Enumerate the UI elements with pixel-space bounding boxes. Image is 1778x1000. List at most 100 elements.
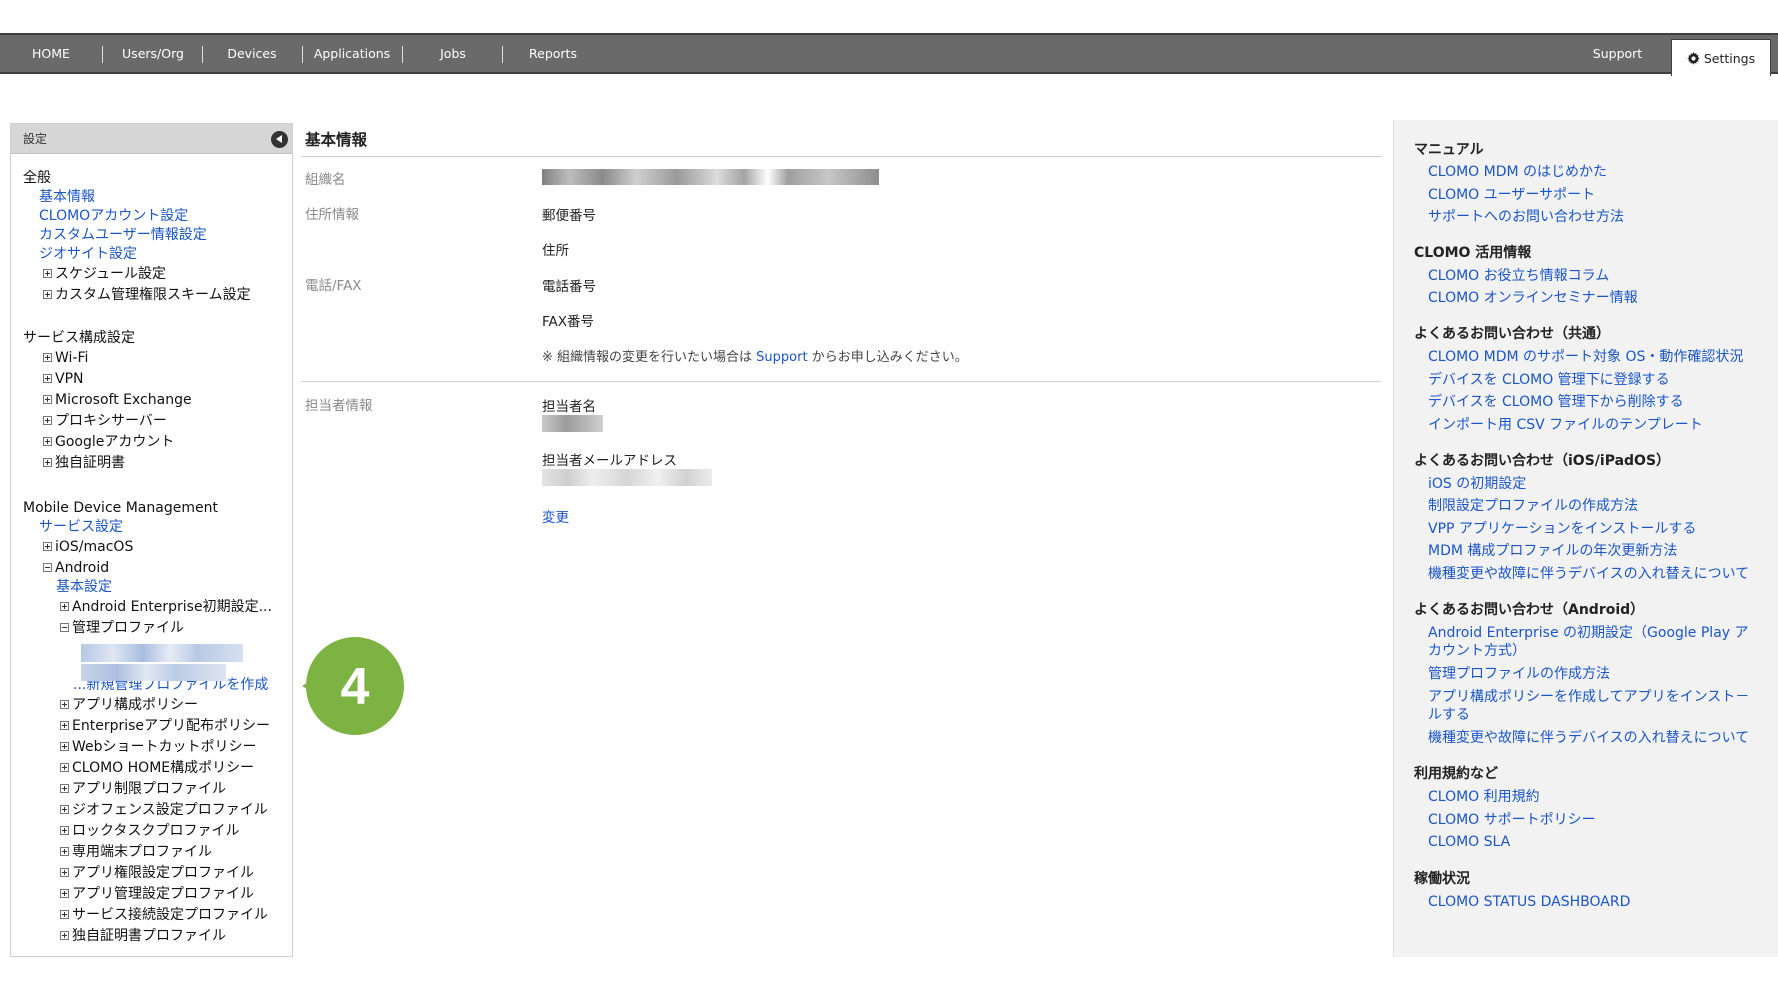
help-link[interactable]: CLOMO ユーザーサポート (1428, 186, 1595, 204)
nav-applications[interactable]: Applications (308, 35, 396, 72)
tree-item-lock-task-profile[interactable]: ロックタスクプロファイル (60, 821, 239, 841)
expand-icon[interactable] (43, 374, 52, 383)
expand-icon[interactable] (60, 805, 69, 814)
redacted-profile-entry[interactable] (81, 664, 226, 681)
help-link[interactable]: アプリ構成ポリシーを作成してアプリをインスト－ (1428, 688, 1749, 706)
tree-item-android[interactable]: Android (43, 558, 109, 578)
contact-info-label: 担当者情報 (305, 398, 373, 414)
nav-devices[interactable]: Devices (208, 35, 296, 72)
tree-link-clomo-account[interactable]: CLOMOアカウント設定 (39, 206, 188, 226)
help-link[interactable]: CLOMO MDM のはじめかた (1428, 163, 1607, 181)
expand-icon[interactable] (60, 742, 69, 751)
tree-item-service-connection-profile[interactable]: サービス接続設定プロファイル (60, 905, 268, 925)
tree-item-custom-admin-scheme[interactable]: カスタム管理権限スキーム設定 (43, 285, 251, 305)
help-link[interactable]: ルする (1428, 706, 1470, 724)
tree-item-proxy[interactable]: プロキシサーバー (43, 411, 167, 431)
tree-item-exchange[interactable]: Microsoft Exchange (43, 390, 192, 410)
tree-item-label: 管理プロファイル (72, 620, 184, 636)
tree-link-service-settings[interactable]: サービス設定 (39, 517, 123, 537)
help-link[interactable]: Android Enterprise の初期設定（Google Play ア (1428, 624, 1749, 642)
tree-item-app-permission-profile[interactable]: アプリ権限設定プロファイル (60, 863, 254, 883)
help-link[interactable]: 制限設定プロファイルの作成方法 (1428, 497, 1638, 515)
help-link[interactable]: iOS の初期設定 (1428, 475, 1526, 493)
help-link[interactable]: 管理プロファイルの作成方法 (1428, 665, 1610, 683)
help-link[interactable]: CLOMO サポートポリシー (1428, 811, 1596, 829)
redacted-profile-entry[interactable] (81, 644, 243, 662)
expand-icon[interactable] (60, 602, 69, 611)
tree-link-basic-info[interactable]: 基本情報 (39, 187, 95, 207)
nav-settings-tab[interactable]: Settings (1671, 39, 1771, 76)
expand-icon[interactable] (60, 889, 69, 898)
expand-icon[interactable] (43, 416, 52, 425)
expand-icon[interactable] (43, 353, 52, 362)
tree-item-ios-macos[interactable]: iOS/macOS (43, 537, 133, 557)
tree-item-dedicated-device-profile[interactable]: 専用端末プロファイル (60, 842, 212, 862)
tree-item-certificate-profile[interactable]: 独自証明書プロファイル (60, 926, 226, 946)
expand-icon[interactable] (60, 868, 69, 877)
expand-icon[interactable] (43, 290, 52, 299)
help-link[interactable]: CLOMO 利用規約 (1428, 788, 1540, 806)
help-link[interactable]: MDM 構成プロファイルの年次更新方法 (1428, 542, 1677, 560)
expand-icon[interactable] (60, 721, 69, 730)
tree-item-vpn[interactable]: VPN (43, 369, 84, 389)
expand-icon[interactable] (60, 763, 69, 772)
tree-item-wifi[interactable]: Wi-Fi (43, 348, 88, 368)
nav-jobs[interactable]: Jobs (408, 35, 498, 72)
support-link[interactable]: Support (756, 350, 807, 365)
collapse-icon[interactable] (43, 563, 52, 572)
tree-item-geofence-profile[interactable]: ジオフェンス設定プロファイル (60, 800, 268, 820)
tree-item-label: 独自証明書 (55, 455, 125, 471)
gear-icon (1687, 52, 1700, 65)
expand-icon[interactable] (60, 910, 69, 919)
tree-item-app-restriction-profile[interactable]: アプリ制限プロファイル (60, 779, 226, 799)
title-divider (301, 156, 1381, 157)
tree-item-web-shortcut-policy[interactable]: Webショートカットポリシー (60, 737, 257, 757)
settings-label: Settings (1703, 51, 1756, 66)
nav-reports[interactable]: Reports (508, 35, 598, 72)
expand-icon[interactable] (43, 269, 52, 278)
tree-item-label: アプリ構成ポリシー (72, 697, 198, 713)
expand-icon[interactable] (43, 395, 52, 404)
help-link[interactable]: インポート用 CSV ファイルのテンプレート (1428, 416, 1703, 434)
tree-item-app-management-profile[interactable]: アプリ管理設定プロファイル (60, 884, 254, 904)
help-link[interactable]: カウント方式） (1428, 642, 1526, 660)
expand-icon[interactable] (43, 437, 52, 446)
tree-item-certificate[interactable]: 独自証明書 (43, 453, 125, 473)
collapse-icon[interactable] (60, 623, 69, 632)
expand-icon[interactable] (60, 784, 69, 793)
help-link[interactable]: 機種変更や故障に伴うデバイスの入れ替えについて (1428, 565, 1749, 583)
nav-users-org[interactable]: Users/Org (108, 35, 198, 72)
expand-icon[interactable] (60, 826, 69, 835)
expand-icon[interactable] (60, 700, 69, 709)
help-link[interactable]: サポートへのお問い合わせ方法 (1428, 208, 1624, 226)
tree-item-app-config-policy[interactable]: アプリ構成ポリシー (60, 695, 198, 715)
expand-icon[interactable] (60, 847, 69, 856)
help-link[interactable]: CLOMO MDM のサポート対象 OS・動作確認状況 (1428, 348, 1743, 366)
help-link[interactable]: VPP アプリケーションをインストールする (1428, 520, 1696, 538)
tree-item-android-enterprise[interactable]: Android Enterprise初期設定... (60, 597, 272, 617)
help-link[interactable]: CLOMO お役立ち情報コラム (1428, 267, 1609, 285)
tree-item-clomo-home-policy[interactable]: CLOMO HOME構成ポリシー (60, 758, 254, 778)
expand-icon[interactable] (43, 458, 52, 467)
page-title: 基本情報 (305, 131, 368, 149)
help-link[interactable]: デバイスを CLOMO 管理下に登録する (1428, 371, 1670, 389)
change-link[interactable]: 変更 (542, 506, 569, 526)
expand-icon[interactable] (60, 931, 69, 940)
expand-icon[interactable] (43, 542, 52, 551)
help-link[interactable]: CLOMO オンラインセミナー情報 (1428, 289, 1638, 307)
collapse-sidebar-button[interactable] (271, 131, 288, 148)
tree-item-google-account[interactable]: Googleアカウント (43, 432, 174, 452)
tree-item-enterprise-app-policy[interactable]: Enterpriseアプリ配布ポリシー (60, 716, 270, 736)
tree-item-managed-profile[interactable]: 管理プロファイル (60, 618, 184, 638)
contact-email-label: 担当者メールアドレス (542, 453, 677, 469)
tree-link-geosite[interactable]: ジオサイト設定 (39, 244, 137, 264)
help-link[interactable]: デバイスを CLOMO 管理下から削除する (1428, 393, 1684, 411)
tree-item-schedule[interactable]: スケジュール設定 (43, 264, 166, 284)
nav-home[interactable]: HOME (18, 35, 84, 72)
help-link[interactable]: 機種変更や故障に伴うデバイスの入れ替えについて (1428, 729, 1749, 747)
nav-support[interactable]: Support (1575, 35, 1660, 72)
help-link[interactable]: CLOMO SLA (1428, 833, 1510, 851)
help-link[interactable]: CLOMO STATUS DASHBOARD (1428, 893, 1630, 911)
tree-link-custom-user-info[interactable]: カスタムユーザー情報設定 (39, 225, 207, 245)
tree-link-android-basic[interactable]: 基本設定 (56, 577, 112, 597)
